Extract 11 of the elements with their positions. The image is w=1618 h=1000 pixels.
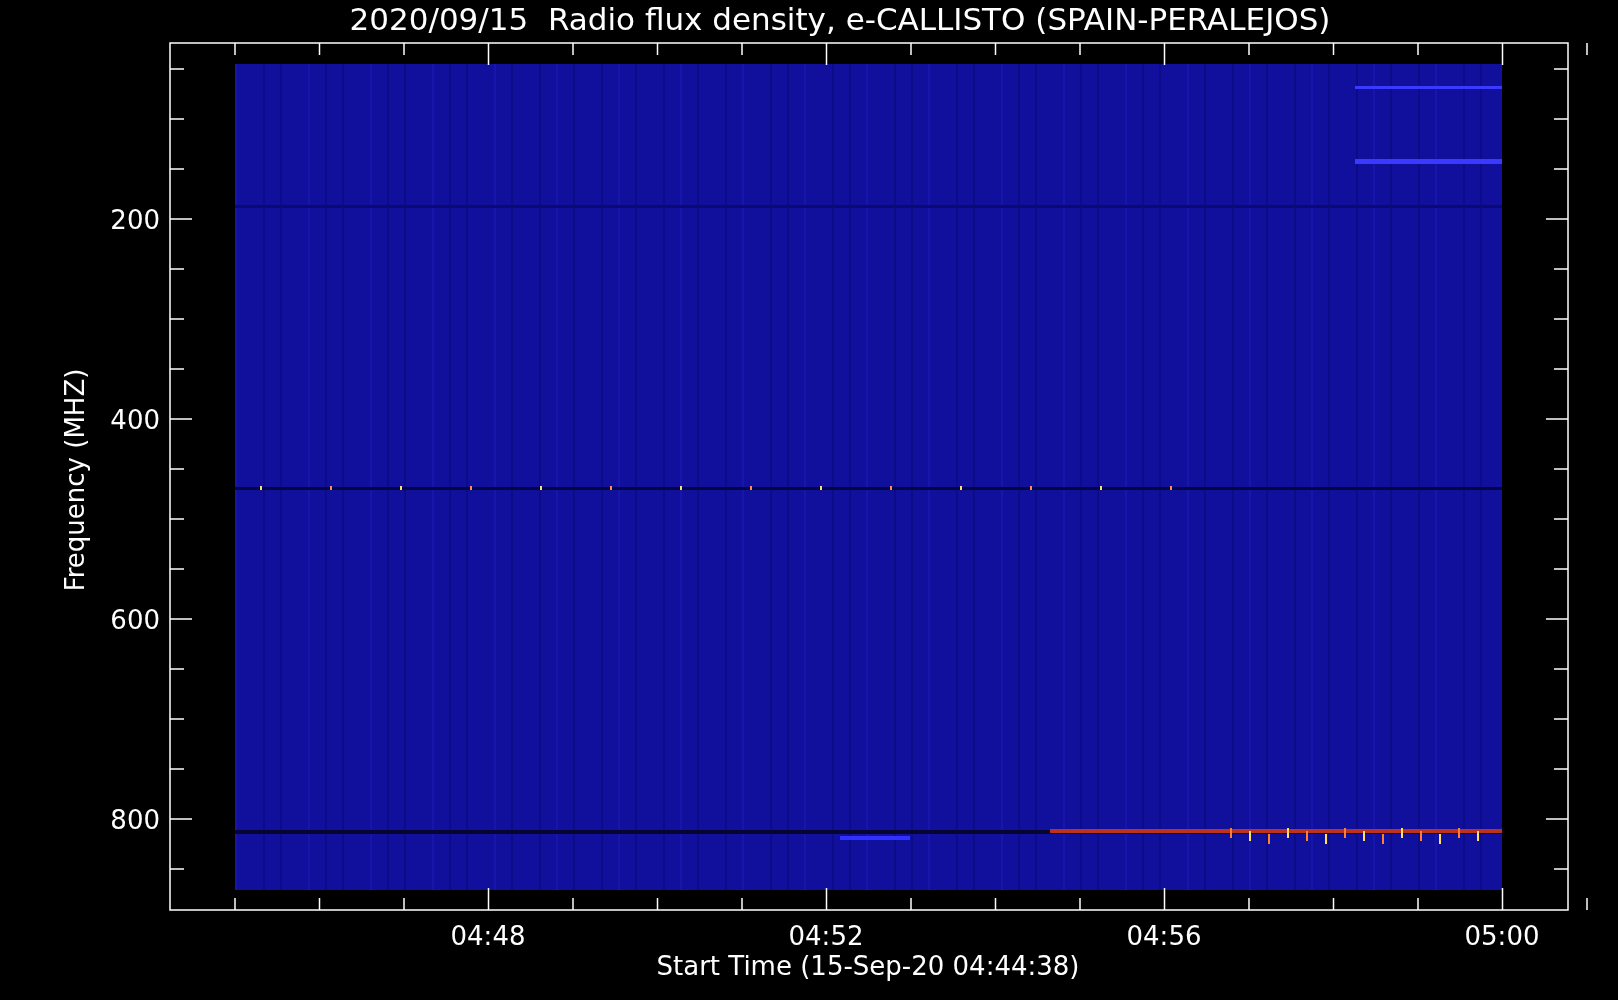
axis-label: Frequency (MHZ) (60, 368, 90, 592)
tick-label: 04:48 (450, 921, 526, 951)
tick-label: 400 (110, 405, 160, 435)
tick-label: 04:56 (1126, 921, 1202, 951)
tick-label: 04:52 (788, 921, 864, 951)
chart-title: 2020/09/15 Radio flux density, e-CALLISTO (SPAIN-PERALEJOS) (349, 1, 1331, 37)
tick-label: 200 (110, 205, 160, 235)
tick-label: 600 (110, 605, 160, 635)
axis-label: Start Time (15-Sep-20 04:44:38) (656, 951, 1080, 981)
tick-label: 800 (110, 805, 160, 835)
tick-label: 05:00 (1464, 921, 1540, 951)
